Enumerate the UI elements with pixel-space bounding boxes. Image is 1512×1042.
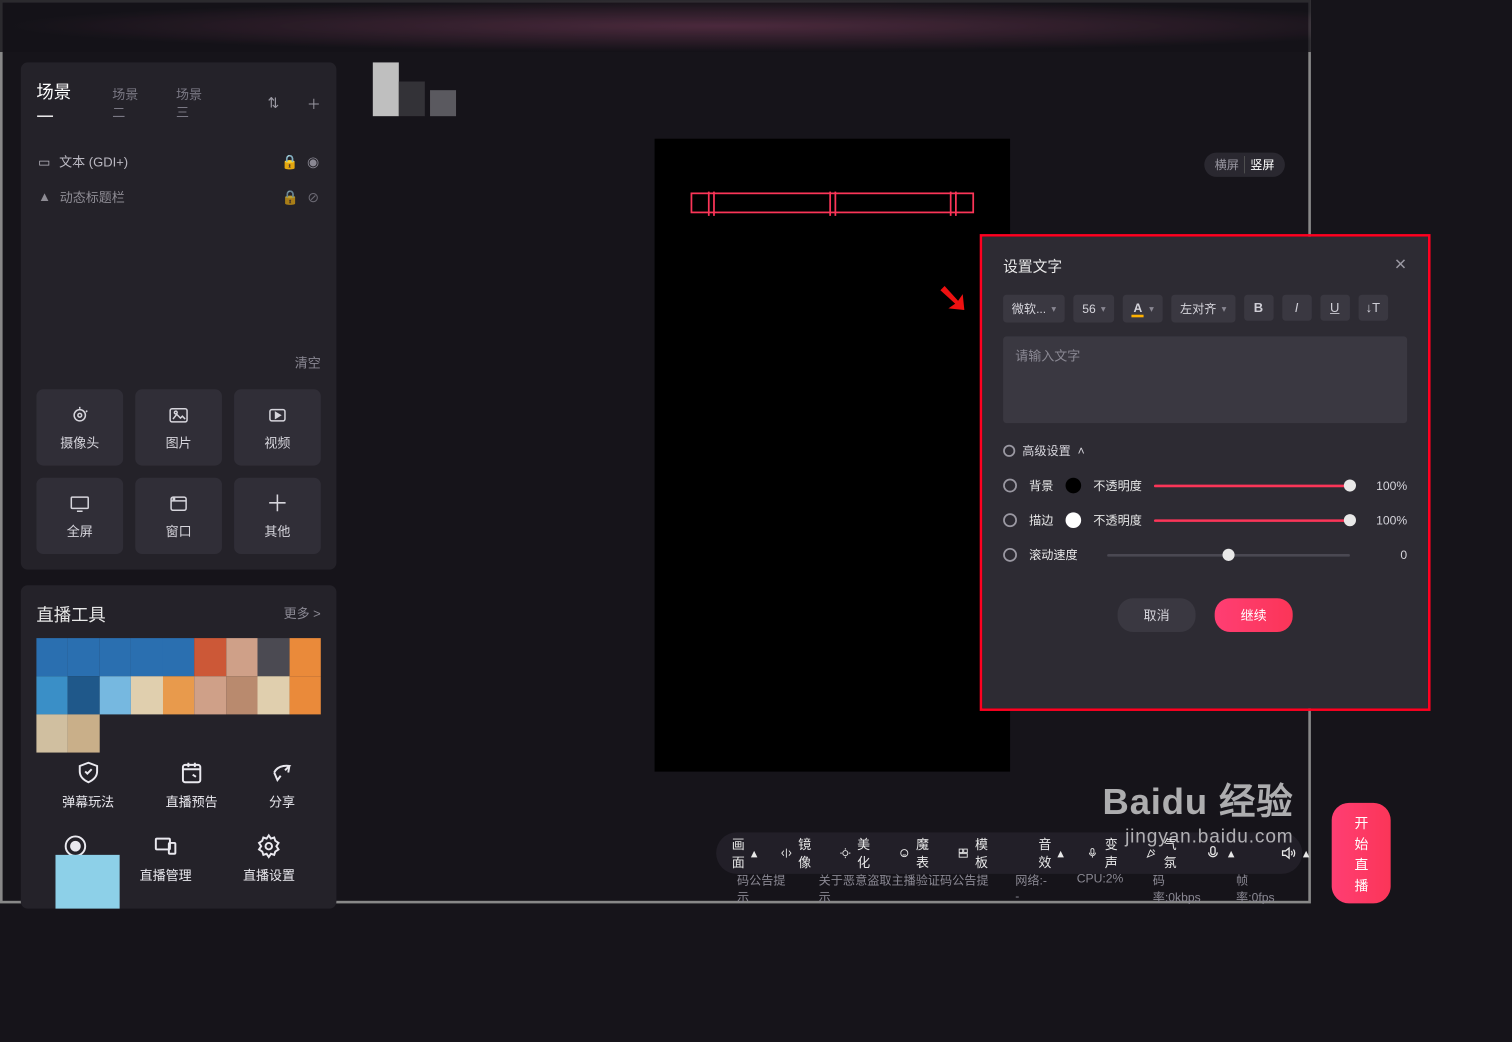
stroke-color-swatch[interactable] [1066,512,1082,528]
scroll-speed-slider[interactable] [1107,554,1350,557]
notice-link-2[interactable]: 关于恶意盗取主播验证码公告提示 [819,871,991,906]
speaker-icon [1279,844,1296,861]
cpu-status: CPU:2% [1077,871,1124,906]
text-selection-box[interactable] [691,192,975,213]
live-tools-panel: 直播工具 更多 > 弹幕玩法 直播预告 分享 [21,585,337,908]
background-color-swatch[interactable] [1066,478,1082,494]
confetti-icon [1145,844,1157,861]
gear-icon [256,833,282,859]
close-icon[interactable]: ✕ [1394,256,1407,274]
image-source-icon: ▲ [38,190,51,205]
mic-icon [1086,844,1098,861]
lock-icon[interactable]: 🔒 [281,189,298,206]
stroke-opacity-value: 100% [1362,513,1407,527]
font-size-dropdown[interactable]: 56▾ [1074,295,1115,323]
start-live-button[interactable]: 开始直播 [1332,803,1391,904]
vertical-text-button[interactable]: ↓T [1358,295,1387,321]
stroke-opacity-label: 不透明度 [1093,512,1142,529]
magic-icon [898,844,910,861]
bb-mirror-button[interactable]: 镜像 [780,835,816,871]
devices-icon [153,833,179,859]
shield-icon [75,759,101,785]
canvas-stage[interactable] [655,139,1010,772]
bb-template-button[interactable]: 模板 [957,835,993,871]
caret-up-icon: ▴ [751,845,758,861]
chevron-up-icon: ˄ [1078,444,1085,458]
mic2-icon [1204,844,1221,861]
eye-off-icon[interactable]: ⊘ [307,189,319,206]
record-indicator [55,855,119,909]
background-label: 背景 [1029,477,1053,494]
source-row-title[interactable]: ▲ 动态标题栏 🔒 ⊘ [36,179,320,215]
preview-thumbnails [373,62,456,116]
stroke-label: 描边 [1029,512,1053,529]
tools-title: 直播工具 [36,601,105,626]
text-input[interactable]: 请输入文字 [1003,336,1407,423]
tools-more-button[interactable]: 更多 > [284,604,321,622]
orientation-toggle[interactable]: 横屏 竖屏 [1204,153,1285,177]
bold-button[interactable]: B [1244,295,1273,321]
bb-mic-toggle[interactable]: ▴ [1204,844,1234,861]
text-settings-modal: 设置文字 ✕ 微软...▾ 56▾ A▾ 左对齐▾ B I U ↓T 请输入文字… [982,237,1428,709]
stroke-opacity-slider[interactable] [1154,519,1350,522]
bb-frame-button[interactable]: 画面▴ [732,835,758,871]
background-radio[interactable] [1003,479,1017,493]
share-icon [269,759,295,785]
live-settings-button[interactable]: 直播设置 [243,833,295,884]
scroll-speed-value: 0 [1362,548,1407,562]
share-button[interactable]: 分享 [269,759,295,810]
vertical-option[interactable]: 竖屏 [1250,156,1274,173]
status-bar: 码公告提示 关于恶意盗取主播验证码公告提示 网络:-- CPU:2% 码率:0k… [716,877,1302,900]
fps-status: 帧率:0fps [1236,871,1281,906]
expand-icon [1003,445,1015,457]
danmu-button[interactable]: 弹幕玩法 [62,759,114,810]
underline-button[interactable]: U [1320,295,1349,321]
scroll-radio[interactable] [1003,548,1017,562]
caret-up-icon: ▴ [1303,845,1310,861]
stroke-radio[interactable] [1003,513,1017,527]
font-family-dropdown[interactable]: 微软...▾ [1003,295,1065,323]
horizontal-option[interactable]: 横屏 [1215,156,1239,173]
scroll-label: 滚动速度 [1029,546,1095,563]
annotation-highlight-box: 设置文字 ✕ 微软...▾ 56▾ A▾ 左对齐▾ B I U ↓T 请输入文字… [980,234,1431,711]
bottom-toolbar: 画面▴ 镜像 美化 魔表 模板 音效▴ 变声 气氛 ▴ ▴ 开始直播 [716,832,1302,874]
annotation-arrow: ➘ [936,274,969,321]
bitrate-status: 码率:0kbps [1153,871,1207,906]
bg-opacity-label: 不透明度 [1093,477,1142,494]
cancel-button[interactable]: 取消 [1118,598,1196,632]
font-color-dropdown[interactable]: A▾ [1123,295,1163,323]
bb-speaker-toggle[interactable]: ▴ [1279,844,1309,861]
grid-icon [957,844,969,861]
notice-link-1[interactable]: 码公告提示 [737,871,794,906]
calendar-icon [179,759,205,785]
italic-button[interactable]: I [1282,295,1311,321]
bg-opacity-slider[interactable] [1154,484,1350,487]
caret-up-icon: ▴ [1057,845,1064,861]
advanced-toggle[interactable]: 高级设置 ˄ [1003,442,1407,459]
bb-magic-button[interactable]: 魔表 [898,835,934,871]
bb-sound-button[interactable]: 音效▴ [1038,835,1064,871]
modal-title: 设置文字 [1003,254,1062,276]
mirror-icon [780,844,792,861]
net-status: 网络:-- [1015,871,1047,906]
sparkle-icon [839,844,851,861]
source-name: 动态标题栏 [60,188,273,206]
live-manage-button[interactable]: 直播管理 [140,833,192,884]
bb-ambience-button[interactable]: 气氛 [1145,835,1181,871]
bb-beautify-button[interactable]: 美化 [839,835,875,871]
caret-up-icon: ▴ [1228,845,1235,861]
schedule-button[interactable]: 直播预告 [166,759,218,810]
color-palette [36,638,320,733]
text-align-dropdown[interactable]: 左对齐▾ [1171,295,1235,323]
bg-opacity-value: 100% [1362,479,1407,493]
confirm-button[interactable]: 继续 [1215,598,1293,632]
bb-voice-button[interactable]: 变声 [1086,835,1122,871]
